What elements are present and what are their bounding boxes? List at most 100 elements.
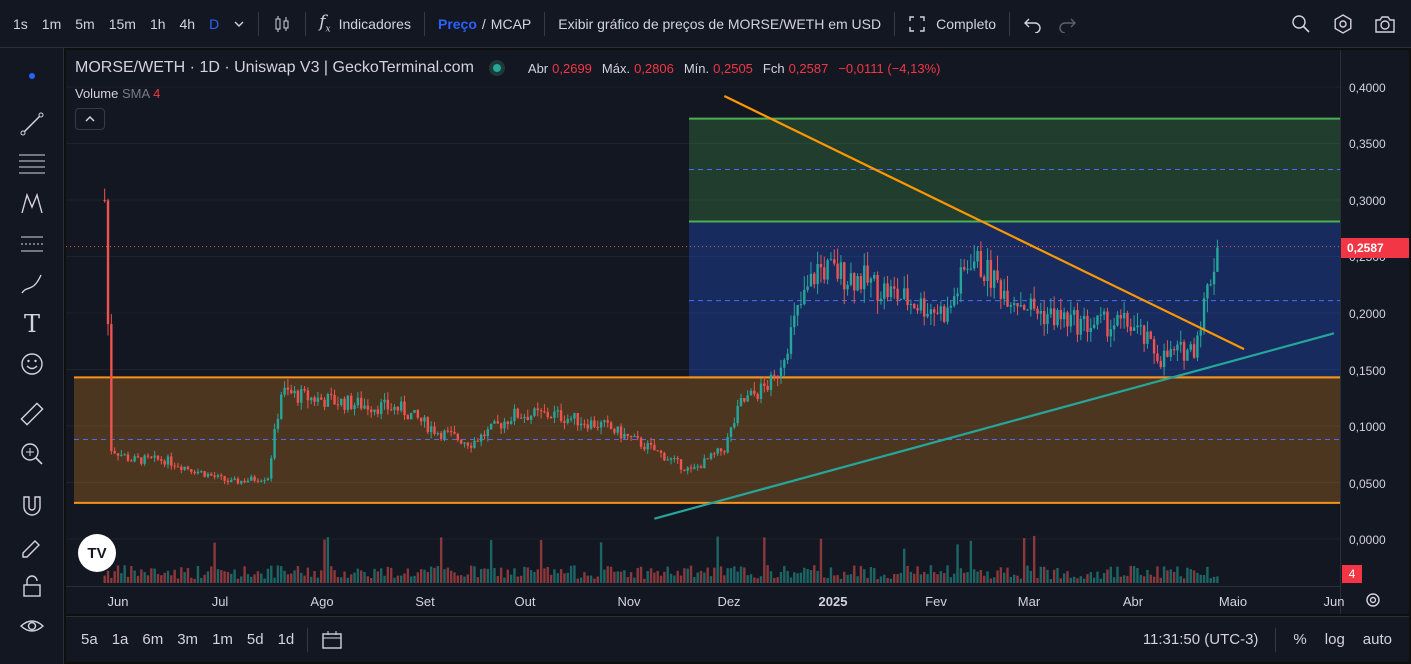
settings-button[interactable] — [1325, 8, 1361, 40]
volume-bar — [429, 566, 433, 583]
interval-15m[interactable]: 15m — [102, 8, 143, 40]
candle-body — [333, 395, 336, 405]
symbol-title[interactable]: MORSE/WETH · 1D · Uniswap V3 | GeckoTerm… — [75, 59, 474, 77]
candle-body — [709, 453, 713, 459]
range-5d[interactable]: 5d — [240, 631, 271, 648]
clock-time-zone[interactable]: 11:31:50 (UTC-3) — [1136, 631, 1266, 648]
candle-body — [1136, 325, 1139, 328]
interval-1s[interactable]: 1s — [6, 8, 35, 40]
interval-d[interactable]: D — [202, 8, 226, 40]
volume-bar — [163, 572, 166, 583]
volume-bar — [619, 571, 623, 583]
candle-body — [899, 298, 903, 300]
interval-dropdown-chevron-icon[interactable] — [226, 8, 252, 40]
ruler-icon[interactable] — [0, 394, 64, 434]
candle-body — [166, 456, 170, 465]
pencil-lock-icon[interactable] — [0, 526, 64, 566]
range-6m[interactable]: 6m — [135, 631, 170, 648]
volume-bar — [1059, 578, 1063, 583]
mcap-label[interactable]: MCAP — [491, 16, 531, 32]
date-range-button[interactable] — [314, 630, 350, 650]
candle-body — [533, 408, 536, 416]
cursor-dot-icon[interactable] — [0, 48, 64, 104]
redo-button[interactable] — [1050, 8, 1084, 40]
interval-5m[interactable]: 5m — [68, 8, 101, 40]
collapse-legend-button[interactable] — [75, 108, 105, 130]
go-to-realtime-gear-icon[interactable] — [1364, 591, 1382, 609]
candle-body — [553, 411, 556, 418]
log-scale-toggle[interactable]: log — [1318, 631, 1352, 648]
volume-bar — [669, 573, 673, 583]
volume-bar — [979, 569, 983, 583]
candle-body — [886, 283, 889, 298]
candle-body — [856, 276, 859, 291]
usd-price-toggle[interactable]: Exibir gráfico de preços de MORSE/WETH e… — [551, 8, 888, 40]
candle-body — [753, 390, 756, 394]
snapshot-button[interactable] — [1367, 8, 1403, 40]
range-1y[interactable]: 1a — [105, 631, 136, 648]
volume-bar — [626, 577, 629, 583]
indicators-button[interactable]: fx Indicadores — [312, 8, 418, 40]
volume-bar — [589, 575, 593, 583]
eye-icon[interactable] — [0, 606, 64, 646]
price-label[interactable]: Preço — [438, 16, 477, 32]
trend-line-icon[interactable] — [0, 104, 64, 144]
volume-bar — [633, 577, 636, 583]
range-5y[interactable]: 5a — [74, 631, 105, 648]
candle-body — [972, 261, 976, 269]
chart-pane[interactable]: MORSE/WETH · 1D · Uniswap V3 | GeckoTerm… — [66, 50, 1409, 614]
volume-bar — [506, 569, 509, 583]
brush-icon[interactable] — [0, 264, 64, 304]
magnet-icon[interactable] — [0, 486, 64, 526]
chart-type-button[interactable] — [265, 8, 299, 40]
volume-bar — [350, 574, 353, 583]
candle-body — [130, 460, 133, 462]
price-tick: 0,3500 — [1349, 137, 1386, 151]
open-value: 0,2699 — [552, 60, 592, 76]
zoom-in-icon[interactable] — [0, 434, 64, 474]
lock-icon[interactable] — [0, 566, 64, 606]
volume-bar — [146, 575, 150, 583]
volume-bar — [346, 577, 350, 583]
price-scale[interactable]: 0,4000 0,3500 0,3000 0,2500 0,2000 0,150… — [1340, 50, 1409, 614]
candle-body — [1022, 305, 1026, 310]
quick-search-button[interactable] — [1283, 8, 1319, 40]
volume-bar — [876, 578, 879, 583]
volume-bar — [543, 568, 546, 583]
horizontal-lines-icon[interactable] — [0, 144, 64, 184]
interval-4h[interactable]: 4h — [173, 8, 203, 40]
candle-body — [836, 263, 839, 279]
text-icon[interactable]: T — [0, 304, 64, 344]
time-label: Maio — [1218, 594, 1248, 609]
price-mcap-toggle[interactable]: Preço / MCAP — [431, 8, 538, 40]
volume-bar — [823, 577, 826, 583]
emoji-icon[interactable] — [0, 344, 64, 384]
interval-1h[interactable]: 1h — [143, 8, 173, 40]
volume-bar — [200, 577, 203, 583]
candle-body — [1192, 344, 1196, 358]
price-chart[interactable] — [66, 50, 1340, 586]
auto-scale-toggle[interactable]: auto — [1356, 631, 1399, 648]
candles-icon — [275, 15, 289, 32]
tradingview-logo[interactable]: TV — [78, 534, 116, 572]
undo-button[interactable] — [1016, 8, 1050, 40]
fullscreen-button[interactable]: Completo — [901, 8, 1003, 40]
candle-body — [393, 406, 396, 410]
interval-1m[interactable]: 1m — [35, 8, 68, 40]
range-3m[interactable]: 3m — [170, 631, 205, 648]
volume-bar — [1132, 566, 1136, 583]
volume-bar — [1189, 569, 1192, 583]
range-1d[interactable]: 1d — [271, 631, 302, 648]
range-1m[interactable]: 1m — [205, 631, 240, 648]
volume-bar — [190, 577, 193, 583]
volume-label[interactable]: Volume — [75, 86, 118, 101]
candle-body — [193, 471, 196, 474]
percent-scale-toggle[interactable]: % — [1286, 631, 1313, 648]
price-tick: 0,0500 — [1349, 477, 1386, 491]
volume-bar — [916, 566, 919, 583]
forecast-icon[interactable] — [0, 224, 64, 264]
volume-bar — [813, 565, 816, 583]
time-axis[interactable]: Jun Jul Ago Set Out Nov Dez 2025 Fev Mar… — [66, 586, 1344, 614]
volume-bar — [280, 566, 283, 583]
pattern-icon[interactable] — [0, 184, 64, 224]
